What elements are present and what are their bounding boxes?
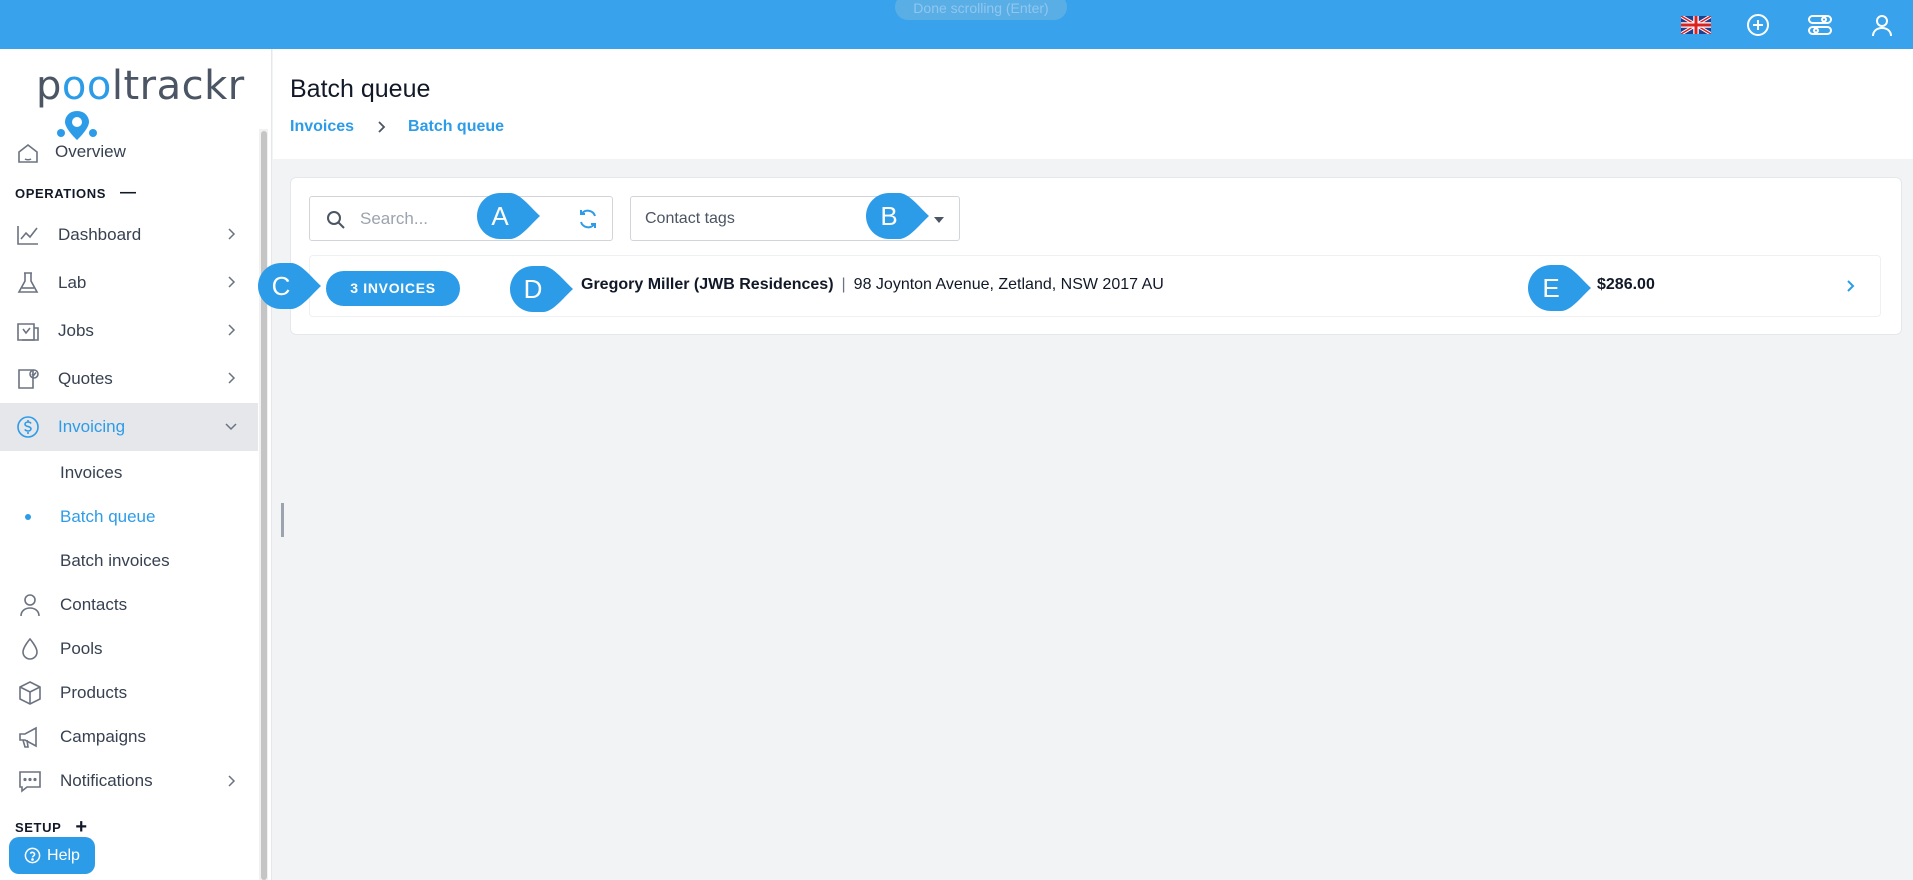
box-icon — [19, 681, 41, 705]
row-separator: | — [841, 276, 846, 293]
section-label: OPERATIONS — [15, 185, 106, 201]
marker-label: A — [491, 201, 509, 231]
sidebar-item-products[interactable]: Products — [0, 671, 258, 715]
marker-label: E — [1542, 273, 1560, 303]
help-label: Help — [47, 846, 80, 864]
active-dot — [25, 514, 31, 520]
sidebar-item-dashboard[interactable]: Dashboard — [0, 211, 258, 259]
sidebar-item-label: Overview — [55, 142, 126, 161]
language-flag-button[interactable] — [1665, 0, 1727, 49]
droplet-icon — [22, 637, 38, 660]
megaphone-icon — [19, 726, 37, 748]
sidebar: pooltrackr Overview OPERATIONS — Dashboar… — [0, 49, 272, 880]
sidebar-item-label: Lab — [58, 273, 87, 292]
chevron-right-icon — [228, 324, 236, 336]
top-bar: Done scrolling (Enter) — [0, 0, 1913, 49]
sidebar-subitem-label: Invoices — [60, 463, 123, 482]
uk-flag-icon — [1681, 15, 1711, 34]
person-icon — [20, 594, 40, 617]
sidebar-scrollbar-thumb[interactable] — [261, 131, 267, 880]
user-icon — [1872, 14, 1892, 36]
annotation-marker-e: E — [1528, 265, 1596, 311]
sidebar-item-lab[interactable]: Lab — [0, 259, 258, 307]
sidebar-item-notifications[interactable]: Notifications — [0, 759, 258, 803]
dollar-circle-icon — [17, 416, 39, 438]
chart-line-icon — [17, 226, 38, 245]
search-icon — [327, 211, 345, 229]
marker-label: D — [523, 274, 543, 304]
sidebar-item-contacts[interactable]: Contacts — [0, 583, 258, 627]
sidebar-item-label: Invoicing — [58, 417, 126, 436]
sidebar-item-label: Notifications — [60, 771, 153, 790]
jobs-icon — [17, 323, 39, 341]
section-operations[interactable]: OPERATIONS — — [0, 175, 258, 211]
breadcrumb-batch-queue[interactable]: Batch queue — [408, 118, 504, 136]
chat-icon — [19, 771, 41, 793]
chevron-down-icon — [225, 423, 237, 431]
breadcrumb-invoices-link[interactable]: Invoices — [290, 118, 354, 136]
contact-address: 98 Joynton Avenue, Zetland, NSW 2017 AU — [853, 276, 1164, 293]
user-menu-button[interactable] — [1851, 0, 1913, 49]
add-button[interactable] — [1727, 0, 1789, 49]
sidebar-subitem-batch-invoices[interactable]: Batch invoices — [0, 539, 258, 583]
help-button[interactable]: Help — [9, 837, 95, 874]
chevron-right-icon — [228, 276, 236, 288]
collapse-icon[interactable]: — — [120, 184, 137, 202]
row-amount: $286.00 — [1597, 276, 1655, 293]
invoice-count-badge[interactable]: 3 INVOICES — [326, 271, 460, 306]
caret-down-icon — [934, 217, 944, 223]
sidebar-item-quotes[interactable]: Quotes — [0, 355, 258, 403]
contact-tags-label: Contact tags — [645, 210, 735, 227]
home-icon — [18, 143, 38, 163]
row-contact: Gregory Miller (JWB Residences) | 98 Joynt… — [581, 276, 1164, 294]
sidebar-item-label: Dashboard — [58, 225, 142, 244]
refresh-icon[interactable] — [576, 207, 600, 231]
sidebar-item-label: Pools — [60, 639, 103, 658]
add-circle-icon — [1747, 13, 1769, 36]
sidebar-item-label: Contacts — [60, 595, 128, 614]
expand-icon[interactable]: + — [75, 816, 87, 839]
chevron-right-icon — [228, 372, 236, 384]
settings-button[interactable] — [1789, 0, 1851, 49]
help-icon — [24, 847, 41, 864]
page-title: Batch queue — [290, 75, 431, 103]
section-label: SETUP — [15, 819, 62, 835]
contact-name: Gregory Miller (JWB Residences) — [581, 276, 834, 293]
sidebar-item-overview[interactable]: Overview — [0, 129, 258, 175]
sidebar-item-invoicing[interactable]: Invoicing — [0, 403, 258, 451]
sidebar-subitem-invoices[interactable]: Invoices — [0, 451, 258, 495]
settings-toggle-icon — [1808, 14, 1832, 35]
done-scrolling-pill[interactable]: Done scrolling (Enter) — [895, 0, 1067, 20]
chevron-right-icon[interactable] — [1842, 278, 1858, 294]
sidebar-item-label: Campaigns — [60, 727, 146, 746]
sidebar-item-jobs[interactable]: Jobs — [0, 307, 258, 355]
annotation-marker-b: B — [866, 193, 934, 239]
chevron-right-icon — [228, 775, 236, 787]
search-field[interactable] — [309, 196, 613, 241]
annotation-marker-d: D — [510, 266, 578, 312]
panel-resize-handle[interactable] — [281, 503, 284, 537]
sidebar-item-label: Quotes — [58, 369, 113, 388]
sidebar-subitem-batch-queue[interactable]: Batch queue — [0, 495, 258, 539]
sidebar-subitem-label: Batch invoices — [60, 551, 170, 570]
marker-label: C — [271, 271, 291, 301]
sidebar-item-pools[interactable]: Pools — [0, 627, 258, 671]
sidebar-item-label: Products — [60, 683, 128, 702]
chevron-right-icon — [228, 228, 236, 240]
sidebar-nav: Overview OPERATIONS — Dashboard Lab Jobs … — [0, 129, 258, 845]
chevron-right-icon — [378, 121, 386, 133]
pooltrackr-logo[interactable]: pooltrackr — [36, 63, 245, 109]
breadcrumb: Invoices Batch queue — [290, 118, 504, 136]
sidebar-item-label: Jobs — [58, 321, 94, 340]
quote-icon — [18, 369, 39, 389]
sidebar-subitem-label: Batch queue — [60, 507, 156, 526]
beaker-icon — [17, 272, 39, 293]
page-header: Batch queue Invoices Batch queue — [273, 49, 1913, 159]
annotation-marker-a: A — [477, 193, 545, 239]
marker-label: B — [880, 201, 898, 231]
annotation-marker-c: C — [258, 263, 326, 309]
sidebar-item-campaigns[interactable]: Campaigns — [0, 715, 258, 759]
